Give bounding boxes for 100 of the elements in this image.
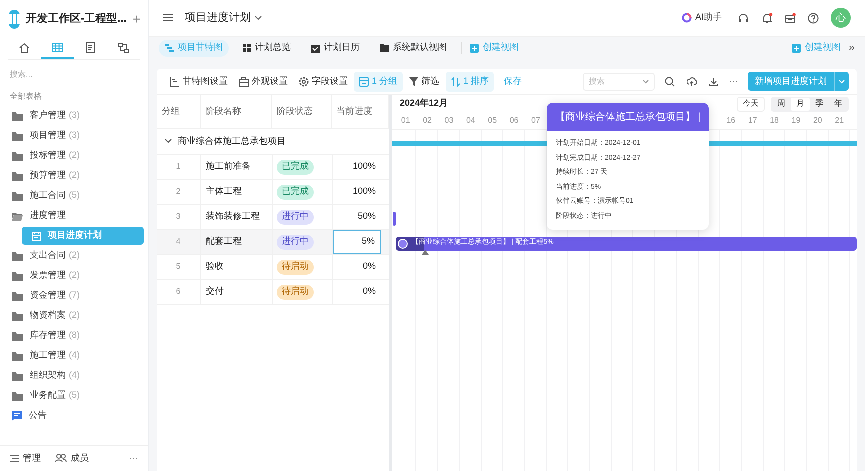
title-dropdown[interactable]: 项目进度计划 xyxy=(185,10,262,26)
scale-tab[interactable]: 季 xyxy=(810,98,829,110)
table-row[interactable]: 2 主体工程 已完成 100% xyxy=(157,180,389,205)
folder-icon xyxy=(12,112,23,120)
people-icon xyxy=(55,454,67,463)
toolbar-button[interactable]: 甘特图设置 xyxy=(165,72,233,92)
message-icon xyxy=(12,411,22,421)
table-cell[interactable]: 0% xyxy=(333,280,381,304)
sidebar-item[interactable]: 客户管理 (3) xyxy=(0,107,148,125)
search-icon[interactable] xyxy=(665,76,675,86)
day-label: 06 xyxy=(508,115,520,127)
scale-tab[interactable]: 周 xyxy=(772,98,791,110)
sidebar-item[interactable]: 资金管理 (7) xyxy=(0,287,148,305)
group-title: 商业综合体施工总承包项目 xyxy=(178,134,286,148)
download-icon[interactable] xyxy=(709,76,719,86)
day-label: 03 xyxy=(444,115,455,127)
column-header: 分组 xyxy=(157,95,201,128)
today-button[interactable]: 今天 xyxy=(737,96,765,112)
row-number: 5 xyxy=(157,255,201,279)
more-button[interactable]: ··· xyxy=(729,74,738,88)
inbox-icon[interactable] xyxy=(785,12,796,24)
caret-icon xyxy=(839,80,845,84)
group-icon xyxy=(359,76,369,86)
table-icon xyxy=(52,43,63,52)
table-cell[interactable]: 0% xyxy=(333,255,381,279)
column-header: 阶段状态 xyxy=(272,95,332,128)
table-cell[interactable]: 100% xyxy=(333,180,381,204)
upload-icon[interactable] xyxy=(687,76,697,86)
table-cell: 主体工程 xyxy=(201,180,273,204)
gantt-icon xyxy=(165,44,174,52)
sidebar-item[interactable]: 支出合同 (2) xyxy=(0,247,148,265)
folder-icon xyxy=(12,152,23,160)
table-cell[interactable]: 5% xyxy=(333,230,381,254)
chevron-icon[interactable] xyxy=(165,139,172,144)
caret-icon xyxy=(255,16,262,20)
document-icon xyxy=(86,42,95,53)
sidebar-item[interactable]: 组织架构 (4) xyxy=(0,367,148,385)
toolbar-button[interactable]: 筛选 xyxy=(404,72,445,92)
table-cell: 交付 xyxy=(201,280,273,304)
row-number: 6 xyxy=(157,280,201,304)
folder-icon xyxy=(12,292,23,300)
folder-icon xyxy=(12,312,23,320)
day-label: 04 xyxy=(465,115,476,127)
tooltip-title: 【商业综合体施工总承包项目】 | xyxy=(547,103,709,131)
view-tab[interactable]: 计划总览 xyxy=(237,40,297,56)
ai-assistant-button[interactable]: AI助手 xyxy=(682,11,722,25)
bell-icon[interactable] xyxy=(762,12,773,24)
sidebar-item[interactable]: 公告 xyxy=(0,407,148,425)
table-row[interactable]: 6 交付 待启动 0% xyxy=(157,280,389,305)
day-label: 01 xyxy=(400,115,412,127)
section-label: 全部表格 xyxy=(9,91,43,103)
view-tab[interactable]: 计划日历 xyxy=(305,40,366,56)
table-cell[interactable]: 100% xyxy=(333,155,381,179)
folder-icon xyxy=(380,44,389,52)
table-cell: 施工前准备 xyxy=(201,155,273,179)
table-row[interactable]: 4 配套工程 进行中 5% xyxy=(157,230,389,255)
help-icon[interactable] xyxy=(808,12,819,24)
avatar-icon xyxy=(398,238,408,248)
sidebar-item[interactable]: 进度管理 xyxy=(0,207,148,225)
column-header: 当前进度 xyxy=(332,95,389,128)
flow-icon xyxy=(118,42,129,52)
scale-tab[interactable]: 年 xyxy=(829,98,848,110)
sidebar-item[interactable]: 施工合同 (5) xyxy=(0,187,148,205)
more-button[interactable]: ··· xyxy=(129,452,138,466)
sidebar-item[interactable]: 项目管理 (3) xyxy=(0,127,148,145)
plus-icon xyxy=(470,44,479,52)
more-views-button[interactable]: » xyxy=(848,40,855,56)
status-badge: 已完成 xyxy=(277,160,314,174)
sidebar-item[interactable]: 发票管理 (2) xyxy=(0,267,148,285)
day-label: 07 xyxy=(530,115,542,127)
sidebar-item[interactable]: 施工管理 (4) xyxy=(0,347,148,365)
ai-logo-icon xyxy=(682,13,692,23)
table-cell[interactable]: 50% xyxy=(333,205,381,229)
view-tab[interactable]: 系统默认视图 xyxy=(374,40,453,56)
headset-icon[interactable] xyxy=(738,12,749,24)
menu-icon[interactable] xyxy=(163,14,173,22)
manage-button[interactable]: 管理 xyxy=(10,452,41,466)
day-label: 02 xyxy=(422,115,433,127)
day-label: 19 xyxy=(790,115,802,127)
folder-icon xyxy=(12,392,23,400)
status-badge: 进行中 xyxy=(277,210,314,224)
task-bar-edge[interactable] xyxy=(393,212,396,226)
filter-icon xyxy=(408,76,419,86)
table-row[interactable]: 5 验收 待启动 0% xyxy=(157,255,389,280)
sidebar-item[interactable]: 业务配置 (5) xyxy=(0,387,148,405)
toolbar-button[interactable]: 外观设置 xyxy=(234,72,293,92)
status-badge: 待启动 xyxy=(277,284,314,300)
day-label: 05 xyxy=(487,115,498,127)
add-button[interactable]: + xyxy=(132,12,142,26)
scale-tab[interactable]: 月 xyxy=(791,98,810,110)
status-badge: 进行中 xyxy=(277,234,314,250)
calendar-icon xyxy=(311,44,320,52)
sidebar-item[interactable]: 物资档案 (2) xyxy=(0,307,148,325)
sidebar-item[interactable]: 库存管理 (8) xyxy=(0,327,148,345)
row-number: 1 xyxy=(157,155,201,179)
table-row[interactable]: 1 施工前准备 已完成 100% xyxy=(157,155,389,180)
sidebar-item[interactable]: 预算管理 (2) xyxy=(0,167,148,185)
members-button[interactable]: 成员 xyxy=(55,452,89,466)
sidebar-item[interactable]: 投标管理 (2) xyxy=(0,147,148,165)
toolbar-button[interactable]: 字段设置 xyxy=(294,72,353,92)
